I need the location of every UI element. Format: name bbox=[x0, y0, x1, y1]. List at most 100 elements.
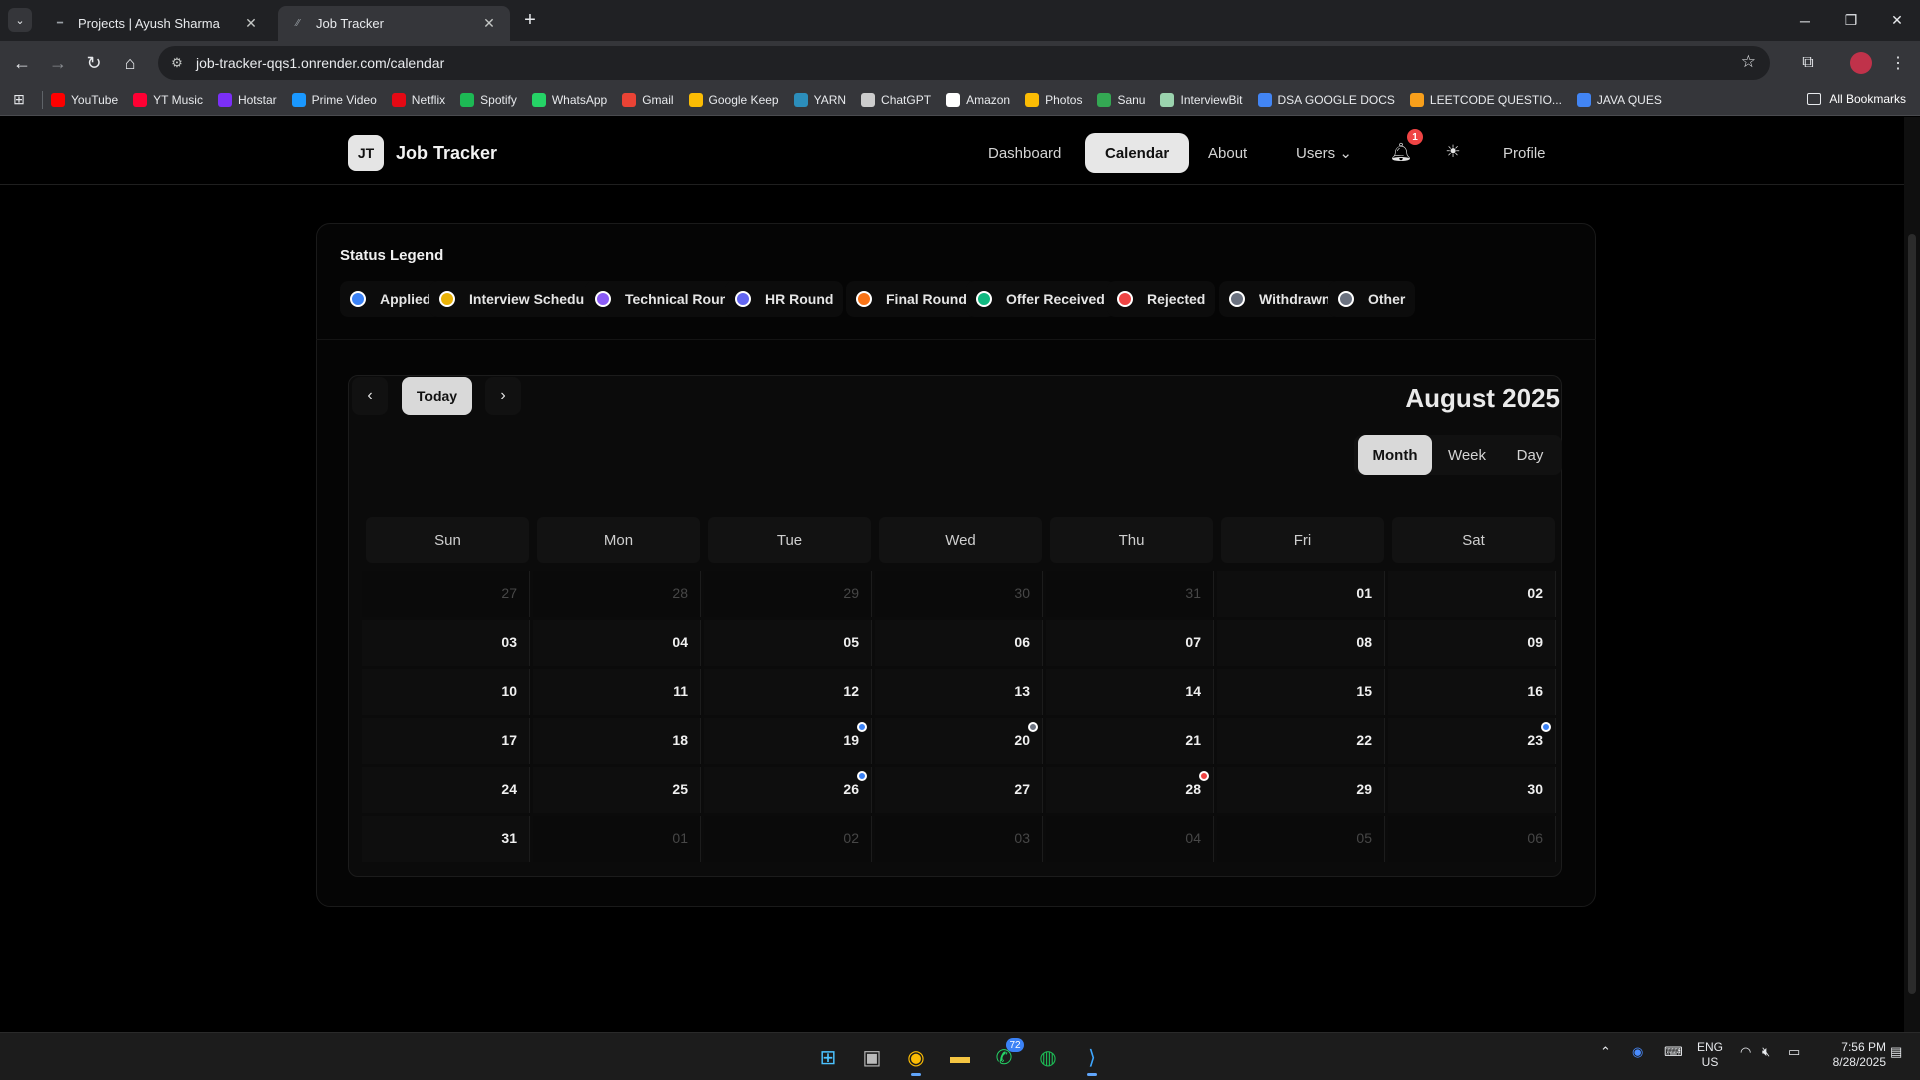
day-cell[interactable]: 27 bbox=[875, 767, 1043, 813]
event-marker[interactable] bbox=[1199, 771, 1209, 781]
new-tab-icon[interactable]: + bbox=[518, 8, 542, 32]
day-cell[interactable]: 23 bbox=[1388, 718, 1556, 764]
day-cell[interactable]: 05 bbox=[704, 620, 872, 666]
day-cell[interactable]: 14 bbox=[1046, 669, 1214, 715]
bookmark-item[interactable]: Prime Video bbox=[291, 92, 377, 107]
task-view-icon[interactable]: ▣ bbox=[856, 1041, 888, 1073]
day-cell[interactable]: 30 bbox=[1388, 767, 1556, 813]
bookmark-item[interactable]: ChatGPT bbox=[861, 92, 931, 107]
event-marker[interactable] bbox=[857, 722, 867, 732]
day-cell[interactable]: 26 bbox=[704, 767, 872, 813]
chevron-right-icon[interactable]: › bbox=[485, 377, 521, 415]
day-cell[interactable]: 05 bbox=[1217, 816, 1385, 862]
day-cell[interactable]: 08 bbox=[1217, 620, 1385, 666]
language-indicator[interactable]: ENG US bbox=[1692, 1040, 1728, 1070]
bookmark-item[interactable]: Sanu bbox=[1097, 92, 1145, 107]
event-marker[interactable] bbox=[1028, 722, 1038, 732]
chevron-left-icon[interactable]: ‹ bbox=[352, 377, 388, 415]
day-cell[interactable]: 20 bbox=[875, 718, 1043, 764]
notification-center-icon[interactable]: ▤ bbox=[1890, 1044, 1902, 1060]
bookmark-item[interactable]: Netflix bbox=[391, 92, 445, 107]
chrome-icon[interactable]: ◉ bbox=[900, 1041, 932, 1076]
day-cell[interactable]: 28 bbox=[1046, 767, 1214, 813]
day-cell[interactable]: 02 bbox=[1388, 571, 1556, 617]
tab-projects[interactable]: ━ Projects | Ayush Sharma ✕ bbox=[40, 6, 272, 41]
battery-icon[interactable]: ▭ bbox=[1788, 1044, 1800, 1060]
nav-calendar[interactable]: Calendar bbox=[1085, 133, 1190, 173]
nav-users-dropdown[interactable]: Users ⌄ bbox=[1276, 133, 1372, 173]
view-day-button[interactable]: Day bbox=[1502, 435, 1558, 475]
day-cell[interactable]: 06 bbox=[1388, 816, 1556, 862]
view-month-button[interactable]: Month bbox=[1358, 435, 1432, 475]
day-cell[interactable]: 19 bbox=[704, 718, 872, 764]
day-cell[interactable]: 22 bbox=[1217, 718, 1385, 764]
profile-avatar[interactable] bbox=[1850, 52, 1872, 74]
day-cell[interactable]: 12 bbox=[704, 669, 872, 715]
spotify-icon[interactable]: ◍ bbox=[1032, 1041, 1064, 1073]
bell-icon[interactable]: 🔔︎ bbox=[1390, 141, 1413, 163]
day-cell[interactable]: 07 bbox=[1046, 620, 1214, 666]
file-explorer-icon[interactable]: ▬ bbox=[944, 1041, 976, 1073]
day-cell[interactable]: 09 bbox=[1388, 620, 1556, 666]
close-tab-icon[interactable]: ✕ bbox=[480, 15, 498, 32]
reload-icon[interactable]: ↻ bbox=[80, 49, 108, 77]
clock[interactable]: 7:56 PM 8/28/2025 bbox=[1812, 1040, 1886, 1070]
view-week-button[interactable]: Week bbox=[1436, 435, 1498, 475]
day-cell[interactable]: 29 bbox=[704, 571, 872, 617]
event-marker[interactable] bbox=[857, 771, 867, 781]
bookmark-item[interactable]: YouTube bbox=[51, 92, 118, 107]
restore-icon[interactable]: ❐ bbox=[1828, 0, 1874, 41]
day-cell[interactable]: 17 bbox=[362, 718, 530, 764]
all-bookmarks[interactable]: All Bookmarks bbox=[1807, 92, 1906, 106]
tab-job-tracker[interactable]: ⁄⁄ Job Tracker ✕ bbox=[278, 6, 510, 41]
extensions-icon[interactable]: ⧉ bbox=[1794, 50, 1822, 76]
site-info-icon[interactable]: ⚙ bbox=[158, 55, 196, 71]
close-window-icon[interactable]: ✕ bbox=[1874, 0, 1920, 41]
event-marker[interactable] bbox=[1541, 722, 1551, 732]
day-cell[interactable]: 21 bbox=[1046, 718, 1214, 764]
bookmark-star-icon[interactable]: ☆ bbox=[1741, 52, 1756, 72]
day-cell[interactable]: 16 bbox=[1388, 669, 1556, 715]
bookmark-item[interactable]: Amazon bbox=[946, 92, 1010, 107]
apps-grid-icon[interactable]: ⊞ bbox=[0, 91, 38, 108]
vscode-icon[interactable]: ⟩ bbox=[1076, 1041, 1108, 1076]
day-cell[interactable]: 30 bbox=[875, 571, 1043, 617]
day-cell[interactable]: 24 bbox=[362, 767, 530, 813]
nav-about[interactable]: About bbox=[1188, 133, 1267, 173]
day-cell[interactable]: 04 bbox=[533, 620, 701, 666]
day-cell[interactable]: 28 bbox=[533, 571, 701, 617]
bookmark-item[interactable]: YT Music bbox=[133, 92, 203, 107]
bookmark-item[interactable]: DSA GOOGLE DOCS bbox=[1257, 92, 1395, 107]
tray-app-icon[interactable]: ◉ bbox=[1632, 1044, 1643, 1060]
day-cell[interactable]: 11 bbox=[533, 669, 701, 715]
minimize-icon[interactable]: ─ bbox=[1782, 0, 1828, 41]
forward-icon[interactable]: → bbox=[44, 49, 72, 77]
day-cell[interactable]: 13 bbox=[875, 669, 1043, 715]
bookmark-item[interactable]: LEETCODE QUESTIO... bbox=[1409, 92, 1562, 107]
bookmark-item[interactable]: Spotify bbox=[460, 92, 517, 107]
close-tab-icon[interactable]: ✕ bbox=[242, 15, 260, 32]
sun-icon[interactable]: ☀ bbox=[1442, 141, 1464, 163]
day-cell[interactable]: 01 bbox=[1217, 571, 1385, 617]
day-cell[interactable]: 29 bbox=[1217, 767, 1385, 813]
day-cell[interactable]: 04 bbox=[1046, 816, 1214, 862]
wifi-icon[interactable]: ◠ bbox=[1740, 1044, 1751, 1060]
bookmark-item[interactable]: JAVA QUES bbox=[1576, 92, 1662, 107]
nav-dashboard[interactable]: Dashboard bbox=[968, 133, 1081, 173]
bookmark-item[interactable]: Photos bbox=[1025, 92, 1082, 107]
home-icon[interactable]: ⌂ bbox=[116, 49, 144, 77]
volume-muted-icon[interactable]: 🔇︎ bbox=[1762, 1044, 1770, 1060]
bookmark-item[interactable]: WhatsApp bbox=[531, 92, 607, 107]
day-cell[interactable]: 06 bbox=[875, 620, 1043, 666]
bookmark-item[interactable]: Gmail bbox=[622, 92, 674, 107]
address-bar[interactable]: ⚙ job-tracker-qqs1.onrender.com/calendar… bbox=[158, 46, 1770, 80]
bookmark-item[interactable]: InterviewBit bbox=[1160, 92, 1243, 107]
bookmark-item[interactable]: Hotstar bbox=[217, 92, 277, 107]
day-cell[interactable]: 10 bbox=[362, 669, 530, 715]
day-cell[interactable]: 15 bbox=[1217, 669, 1385, 715]
bookmark-item[interactable]: Google Keep bbox=[688, 92, 779, 107]
nav-profile[interactable]: Profile bbox=[1483, 133, 1566, 173]
day-cell[interactable]: 03 bbox=[362, 620, 530, 666]
tab-search-icon[interactable]: ⌄ bbox=[8, 8, 32, 32]
day-cell[interactable]: 03 bbox=[875, 816, 1043, 862]
